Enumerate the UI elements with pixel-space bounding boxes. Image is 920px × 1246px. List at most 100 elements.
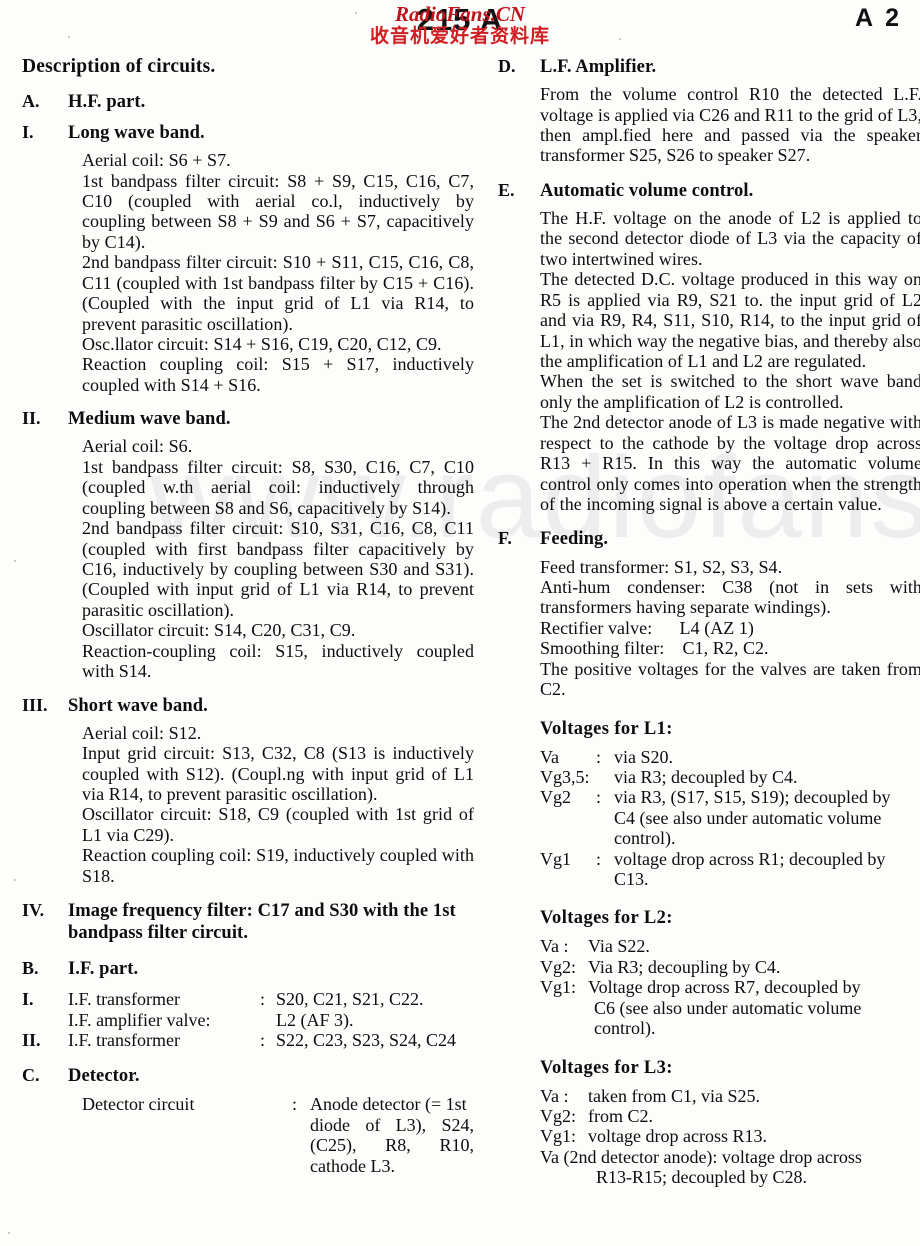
paragraph: From the volume control R10 the detected… bbox=[540, 84, 920, 166]
voltage-continuation: control). bbox=[614, 828, 676, 849]
voltage-row: Va : Via S22. bbox=[540, 936, 920, 956]
section-c-marker: C. bbox=[22, 1065, 40, 1086]
voltage-row: Vg1: Voltage drop across R7, decoupled b… bbox=[540, 977, 920, 997]
voltage-value: taken from C1, via S25. bbox=[588, 1085, 760, 1106]
section-a-heading: H.F. part. bbox=[68, 91, 146, 112]
voltage-label: Vg2: bbox=[540, 1106, 576, 1127]
row-colon: : bbox=[260, 1030, 266, 1051]
subsection-ii-body: Aerial coil: S6. 1st bandpass filter cir… bbox=[82, 436, 474, 681]
paragraph: The H.F. voltage on the anode of L2 is a… bbox=[540, 208, 920, 269]
subsection-iv-text: Image frequency filter: C17 and S30 with… bbox=[68, 901, 456, 944]
voltage-row: Vg2: Via R3; decoupling by C4. bbox=[540, 957, 920, 977]
voltages-l2-heading: Voltages for L2: bbox=[540, 908, 673, 929]
section-b-heading: I.F. part. bbox=[68, 959, 139, 980]
page-marker: A 2 bbox=[855, 4, 902, 32]
voltage-value: voltage drop across R13. bbox=[588, 1126, 767, 1147]
subsection-i-heading: Long wave band. bbox=[68, 123, 205, 144]
detector-row: Detector circuit : Anode detector (= 1st bbox=[82, 1094, 474, 1114]
voltage-value: from C2. bbox=[588, 1106, 653, 1127]
document-title: Description of circuits. bbox=[22, 56, 216, 77]
section-b-marker: B. bbox=[22, 958, 39, 979]
voltage-colon: : bbox=[596, 848, 606, 869]
paragraph: Oscillator circuit: S14, C20, C31, C9. bbox=[82, 620, 356, 641]
table-row: I. I.F. transformer : S20, C21, S21, C22… bbox=[22, 989, 474, 1010]
voltage-value: via S20. bbox=[614, 746, 674, 767]
voltage-row: Vg2 : via R3, (S17, S15, S19); decoupled… bbox=[540, 787, 920, 807]
voltages-l1-heading: Voltages for L1: bbox=[540, 718, 673, 739]
paragraph: 1st bandpass filter circuit: S8 + S9, C1… bbox=[82, 170, 474, 252]
section-e-body: The H.F. voltage on the anode of L2 is a… bbox=[540, 208, 920, 514]
table-row: I.F. amplifier valve: L2 (AF 3). bbox=[22, 1010, 474, 1031]
voltage-continuation: control). bbox=[594, 1018, 656, 1039]
scan-speck bbox=[14, 560, 16, 562]
voltage-continuation: C13. bbox=[614, 869, 649, 890]
section-d-heading-row: D. L.F. Amplifier. bbox=[498, 56, 920, 78]
subsection-iii-heading-row: III. Short wave band. bbox=[22, 695, 474, 717]
voltage-value: Voltage drop across R7, decoupled by bbox=[588, 977, 861, 998]
paragraph: Aerial coil: S6. bbox=[82, 436, 193, 457]
paragraph: Smoothing filter: C1, R2, C2. bbox=[540, 638, 769, 659]
row-colon: : bbox=[260, 988, 266, 1009]
row-marker: I. bbox=[22, 988, 34, 1009]
subsection-iv-row: IV. Image frequency filter: C17 and S30 … bbox=[22, 900, 474, 944]
section-c-heading: Detector. bbox=[68, 1066, 140, 1087]
paragraph: The positive voltages for the valves are… bbox=[540, 658, 920, 700]
scanned-document-page: www.radiofans.cn 215 A RadioFans.CN 收音机爱… bbox=[0, 0, 920, 1246]
subsection-iii-body: Aerial coil: S12. Input grid circuit: S1… bbox=[82, 723, 474, 886]
voltage-continuation: C6 (see also under automatic volume bbox=[594, 997, 862, 1018]
voltage-row: Vg3,5: via R3; decoupled by C4. bbox=[540, 767, 920, 787]
paragraph: 1st bandpass filter circuit: S8, S30, C1… bbox=[82, 456, 474, 518]
row-name: I.F. transformer bbox=[68, 1030, 181, 1051]
voltage-row: Vg1 : voltage drop across R1; decoupled … bbox=[540, 849, 920, 869]
voltage-row: Va : via S20. bbox=[540, 747, 920, 767]
right-column: D. L.F. Amplifier. From the volume contr… bbox=[498, 56, 920, 1188]
section-f-body: Feed transformer: S1, S2, S3, S4. Anti-h… bbox=[540, 557, 920, 700]
section-e-heading: Automatic volume control. bbox=[540, 180, 754, 201]
subsection-iii-marker: III. bbox=[22, 694, 48, 715]
scan-speck bbox=[8, 1232, 10, 1234]
subsection-i-heading-row: I. Long wave band. bbox=[22, 122, 474, 144]
voltage-value: via R3; decoupled by C4. bbox=[614, 766, 798, 787]
row-marker: II. bbox=[22, 1030, 41, 1051]
section-e-heading-row: E. Automatic volume control. bbox=[498, 180, 920, 202]
voltages-l1-block: Voltages for L1: Va : via S20. Vg3,5: vi… bbox=[540, 719, 920, 890]
section-c-heading-row: C. Detector. bbox=[22, 1065, 474, 1087]
voltage-row: Va : taken from C1, via S25. bbox=[540, 1086, 920, 1106]
voltage-row: Vg2: from C2. bbox=[540, 1106, 920, 1126]
paragraph: When the set is switched to the short wa… bbox=[540, 371, 920, 412]
page-header: 215 A RadioFans.CN 收音机爱好者资料库 A 2 bbox=[0, 0, 920, 52]
voltages-l3-heading: Voltages for L3: bbox=[540, 1057, 673, 1078]
voltage-continuation: C4 (see also under automatic volume bbox=[614, 807, 882, 828]
paragraph: The 2nd detector anode of L3 is made neg… bbox=[540, 412, 920, 514]
paragraph: Aerial coil: S6 + S7. bbox=[82, 150, 231, 171]
subsection-i-body: Aerial coil: S6 + S7. 1st bandpass filte… bbox=[82, 150, 474, 395]
detector-row-continuation: diode of L3), S24, (C25), R8, R10, catho… bbox=[310, 1114, 474, 1176]
section-d-marker: D. bbox=[498, 56, 516, 76]
paragraph: The detected D.C. voltage produced in th… bbox=[540, 269, 920, 372]
paragraph: Input grid circuit: S13, C32, C8 (S13 is… bbox=[82, 743, 474, 804]
scan-speck bbox=[14, 879, 16, 881]
voltage-value: Via R3; decoupling by C4. bbox=[588, 956, 781, 977]
section-d-heading: L.F. Amplifier. bbox=[540, 57, 657, 77]
section-a-marker: A. bbox=[22, 90, 40, 111]
row-value: S22, C23, S23, S24, C24 bbox=[276, 1030, 457, 1051]
voltage-label: Vg1: bbox=[540, 977, 576, 998]
paragraph: Anti-hum condenser: C38 (not in sets wit… bbox=[540, 577, 920, 618]
voltage-last-line: Va (2nd detector anode): voltage drop ac… bbox=[540, 1146, 862, 1167]
voltage-colon: : bbox=[596, 787, 606, 808]
subsection-iii-heading: Short wave band. bbox=[68, 695, 208, 716]
voltage-label: Vg2: bbox=[540, 956, 576, 977]
section-c-body: Detector circuit : Anode detector (= 1st… bbox=[82, 1094, 474, 1176]
detector-row-value: Anode detector (= 1st bbox=[310, 1094, 467, 1115]
voltage-row: Vg1: voltage drop across R13. bbox=[540, 1126, 920, 1146]
page-title: 215 A bbox=[416, 2, 504, 37]
voltage-label: Vg1 bbox=[540, 848, 571, 869]
paragraph: Oscillator circuit: S18, C9 (coupled wit… bbox=[82, 804, 474, 845]
voltage-label: Va : bbox=[540, 1085, 569, 1106]
voltages-l2-block: Voltages for L2: Va : Via S22. Vg2: Via … bbox=[540, 908, 920, 1038]
voltage-label: Vg3,5: bbox=[540, 766, 590, 787]
paragraph: 2nd bandpass filter circuit: S10, S31, C… bbox=[82, 518, 474, 620]
section-a-heading-row: A. H.F. part. bbox=[22, 91, 474, 113]
paragraph: Reaction coupling coil: S15 + S17, induc… bbox=[82, 354, 474, 395]
voltage-label: Va : bbox=[540, 936, 569, 957]
